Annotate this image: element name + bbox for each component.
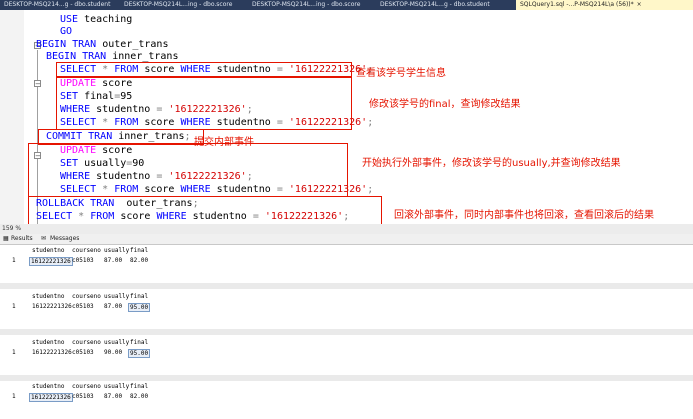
document-tab-bar: DESKTOP-MSQ214...g - dbo.student DESKTOP… (0, 0, 693, 10)
editor-margin (0, 10, 25, 224)
row-number: 1 (12, 393, 16, 400)
header-final: final (130, 247, 149, 254)
header-final: final (130, 383, 149, 390)
cell-final[interactable]: 95.00 (128, 303, 151, 312)
header-final: final (130, 339, 149, 346)
cell-final[interactable]: 82.00 (130, 257, 148, 264)
tab-sqlquery1-label: SQLQuery1.sql -...P-MSQ214L\a (56))* (520, 1, 634, 8)
header-courseno: courseno (72, 247, 101, 254)
tab-results[interactable]: Results (11, 234, 33, 244)
results-panel: studentno courseno usually final 1 16122… (0, 245, 693, 414)
cell-courseno[interactable]: c05103 (72, 349, 94, 356)
grid-icon: ▦ (3, 235, 9, 242)
tab-student-1[interactable]: DESKTOP-MSQ214...g - dbo.student (0, 0, 120, 10)
code-line-1: USE teaching (60, 14, 133, 25)
cell-courseno[interactable]: c05103 (72, 257, 94, 264)
cell-studentno[interactable]: 16122221326 (32, 349, 72, 356)
header-usually: usually (104, 339, 130, 346)
header-usually: usually (104, 293, 130, 300)
highlight-box-rollback (28, 196, 382, 225)
header-studentno: studentno (32, 383, 65, 390)
result-grid-1: studentno courseno usually final 1 16122… (0, 245, 693, 283)
annotation-commit-inner: 提交内部事件 (194, 137, 254, 148)
cell-usually[interactable]: 87.00 (104, 303, 122, 310)
row-number: 1 (12, 349, 16, 356)
annotation-rollback-outer: 回滚外部事件，同时内部事件也将回滚，查看回滚后的结果 (394, 210, 654, 221)
header-courseno: courseno (72, 383, 101, 390)
cell-studentno[interactable]: 16122221326 (29, 257, 73, 266)
grid-divider (0, 283, 693, 289)
close-icon[interactable]: × (637, 1, 642, 8)
annotation-view-student: 查看该学号学生信息 (356, 68, 446, 79)
tab-messages[interactable]: Messages (50, 234, 79, 244)
cell-usually[interactable]: 90.00 (104, 349, 122, 356)
cell-studentno[interactable]: 16122221326 (29, 393, 73, 402)
tab-student-2[interactable]: DESKTOP-MSQ214L...g - dbo.student (376, 0, 516, 10)
tab-sqlquery1[interactable]: SQLQuery1.sql -...P-MSQ214L\a (56))* × (516, 0, 693, 10)
annotation-outer-usually: 开始执行外部事件，修改该学号的usually,并查询修改结果 (362, 158, 621, 169)
results-tabs: ▦ Results ✉ Messages (0, 234, 693, 245)
row-number: 1 (12, 257, 16, 264)
collapse-icon[interactable]: − (34, 80, 41, 88)
cell-courseno[interactable]: c05103 (72, 303, 94, 310)
zoom-status-bar: 159 % (0, 224, 693, 234)
grid-divider (0, 329, 693, 335)
tab-score-2[interactable]: DESKTOP-MSQ214L...ing - dbo.score (248, 0, 376, 10)
tab-score-1[interactable]: DESKTOP-MSQ214L...ing - dbo.score (120, 0, 248, 10)
result-grid-4: studentno courseno usually final 1 16122… (0, 381, 693, 419)
annotation-modify-final: 修改该学号的final，查询修改结果 (369, 99, 521, 110)
cell-final[interactable]: 82.00 (130, 393, 148, 400)
header-usually: usually (104, 383, 130, 390)
header-studentno: studentno (32, 293, 65, 300)
code-line-2: GO (60, 26, 73, 37)
cell-usually[interactable]: 87.00 (104, 257, 122, 264)
header-studentno: studentno (32, 339, 65, 346)
message-icon: ✉ (41, 235, 47, 242)
row-number: 1 (12, 303, 16, 310)
header-studentno: studentno (32, 247, 65, 254)
zoom-level[interactable]: 159 % (2, 224, 21, 234)
header-usually: usually (104, 247, 130, 254)
cell-courseno[interactable]: c05103 (72, 393, 94, 400)
result-grid-3: studentno courseno usually final 1 16122… (0, 337, 693, 375)
sql-editor[interactable]: − − − USE teaching GO BEGIN TRAN outer_t… (24, 10, 693, 225)
header-courseno: courseno (72, 293, 101, 300)
result-grid-2: studentno courseno usually final 1 16122… (0, 291, 693, 329)
cell-final[interactable]: 95.00 (128, 349, 151, 358)
code-line-3: BEGIN TRAN outer_trans (36, 39, 169, 50)
highlight-box-update-final (56, 76, 352, 130)
cell-usually[interactable]: 87.00 (104, 393, 122, 400)
header-final: final (130, 293, 149, 300)
cell-studentno[interactable]: 16122221326 (32, 303, 72, 310)
highlight-box-update-usually (28, 143, 348, 197)
header-courseno: courseno (72, 339, 101, 346)
